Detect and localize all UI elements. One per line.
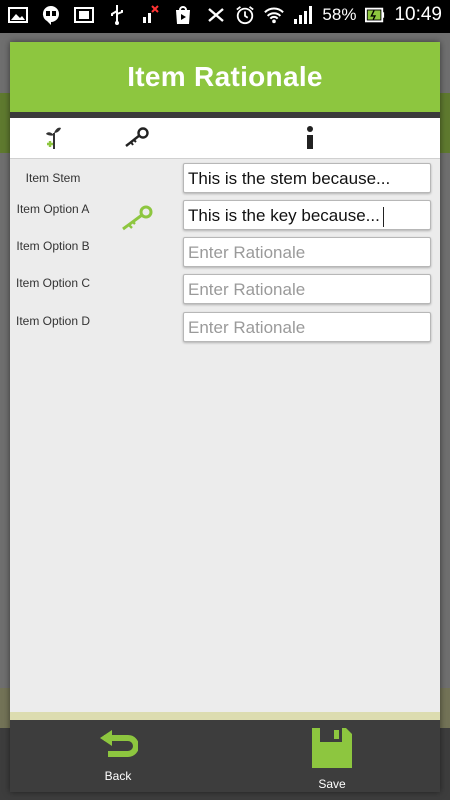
stem-rationale-input[interactable]: This is the stem because...: [183, 163, 431, 193]
save-label: Save: [318, 777, 346, 791]
option-c-rationale-input[interactable]: Enter Rationale: [183, 274, 431, 304]
rationale-row-stem: Item Stem This is the stem because...: [10, 163, 440, 199]
clock: 10:49: [394, 4, 442, 25]
usb-icon: [107, 5, 127, 25]
back-arrow-icon: [100, 730, 139, 757]
dialog-title: Item Rationale: [127, 61, 323, 92]
battery-icon: [365, 5, 385, 25]
save-button[interactable]: Save: [287, 728, 377, 791]
play-store-icon: [173, 5, 193, 25]
rationale-row-option-c: Item Option C Enter Rationale: [10, 274, 440, 310]
rationale-row-option-d: Item Option D Enter Rationale: [10, 312, 440, 348]
sim-icon: [74, 5, 94, 25]
option-a-rationale-input[interactable]: This is the key because...: [183, 200, 431, 230]
back-button[interactable]: Back: [73, 728, 163, 788]
info-icon[interactable]: [296, 124, 324, 152]
image-icon: [8, 5, 28, 25]
rationale-row-option-b: Item Option B Enter Rationale: [10, 237, 440, 273]
row-label: Item Option C: [15, 276, 91, 290]
battery-percent: 58%: [322, 5, 357, 24]
wifi-icon: [264, 5, 285, 25]
text-cursor: [382, 206, 384, 227]
column-icon-row: [10, 118, 440, 159]
row-label: Item Option D: [15, 314, 91, 328]
item-rationale-dialog: Item Rationale Item Stem This is the ste…: [10, 42, 440, 792]
signal-icon: [293, 5, 313, 25]
row-label: Item Option B: [16, 239, 90, 253]
icon-row-divider: [10, 158, 440, 159]
signal-error-icon: [140, 5, 160, 25]
dialog-header: Item Rationale: [10, 42, 440, 112]
seedling-plus-icon[interactable]: [40, 124, 68, 152]
option-a-rationale-text: This is the key because...: [188, 206, 380, 225]
footer-strip: [10, 712, 440, 720]
correct-key-icon: [120, 204, 156, 232]
row-label: Item Stem: [25, 171, 81, 185]
alarm-icon: [235, 5, 255, 25]
row-label: Item Option A: [16, 202, 90, 216]
status-bar: 58% 10:49: [0, 0, 450, 33]
bluetooth-icon: [206, 5, 226, 25]
floppy-disk-icon: [312, 728, 352, 768]
dialog-footer: Back Save: [10, 720, 440, 792]
key-icon[interactable]: [123, 124, 151, 152]
option-b-rationale-input[interactable]: Enter Rationale: [183, 237, 431, 267]
rationale-row-option-a: Item Option A This is the key because...: [10, 200, 440, 236]
option-d-rationale-input[interactable]: Enter Rationale: [183, 312, 431, 342]
back-label: Back: [104, 769, 132, 783]
hangouts-icon: [41, 5, 61, 25]
